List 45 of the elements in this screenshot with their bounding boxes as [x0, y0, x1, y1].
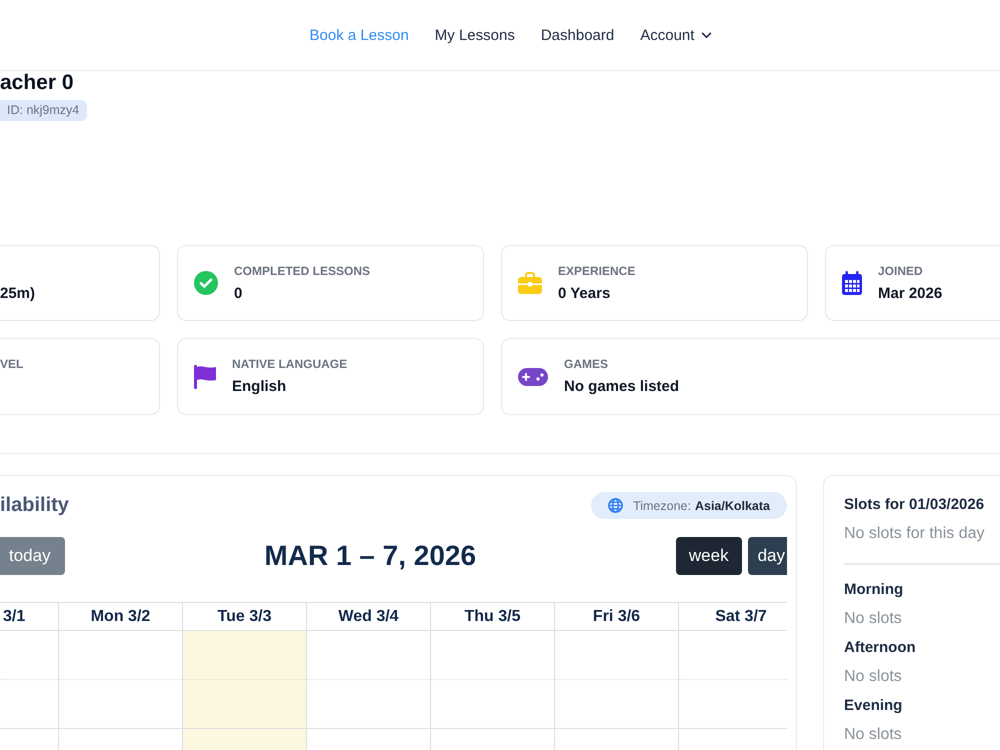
day-header: Tue 3/3 — [183, 602, 307, 631]
briefcase-icon — [518, 272, 542, 294]
id-badge: ID: nkj9mzy4 — [0, 100, 88, 121]
stat-value: English — [232, 377, 288, 396]
empty-message: No slots — [844, 667, 903, 687]
day-header: Thu 3/5 — [431, 602, 555, 631]
chevron-down-icon — [701, 32, 712, 38]
timezone-value: Asia/Kolkata — [694, 498, 770, 512]
day-header: Fri 3/6 — [555, 602, 679, 631]
view-button[interactable]: week — [676, 537, 742, 575]
calendar-icon — [842, 271, 862, 295]
gamepad-icon — [518, 368, 548, 386]
view-button[interactable]: day — [748, 537, 787, 575]
stat-value: 25m) — [0, 284, 36, 302]
date-range-title: MAR 1 – 7, 2026 — [264, 540, 476, 572]
stat-value: Mar 2026 — [878, 284, 942, 302]
stat-label: EXPERIENCE — [558, 264, 636, 278]
period-heading: Evening — [844, 696, 904, 716]
check-circle-icon — [194, 271, 218, 295]
stat-label: COMPLETED LESSONS — [234, 264, 370, 278]
period-heading: Afternoon — [844, 638, 917, 658]
stat-value: 0 Years — [558, 284, 612, 302]
day-header: Sat 3/7 — [679, 602, 787, 631]
stat-value: No games listed — [564, 377, 680, 396]
day-header: Wed 3/4 — [307, 602, 431, 631]
empty-message: No slots — [844, 609, 903, 629]
stat-label: VEL — [0, 357, 24, 372]
stat-label: JOINED — [878, 264, 924, 278]
stat-value: 0 — [234, 284, 244, 302]
nav-link[interactable]: Dashboard — [540, 26, 614, 44]
period-heading: Morning — [844, 580, 904, 600]
teacher-name: acher 0 — [0, 71, 74, 95]
day-header: 3/1 — [0, 602, 59, 631]
empty-message: No slots for this day — [844, 524, 986, 544]
flag-icon — [194, 364, 216, 388]
slots-title: Slots for 01/03/2026 — [844, 495, 986, 515]
nav-link[interactable]: My Lessons — [434, 26, 515, 44]
timezone-label: Timezone: — [633, 498, 691, 512]
stat-label: NATIVE LANGUAGE — [232, 357, 348, 372]
globe-icon — [608, 498, 624, 513]
day-header: Mon 3/2 — [59, 602, 183, 631]
empty-message: No slots — [844, 725, 903, 745]
section-title: ilability — [0, 493, 69, 518]
stat-label: GAMES — [564, 357, 610, 372]
nav-dropdown[interactable]: Account — [640, 26, 712, 44]
